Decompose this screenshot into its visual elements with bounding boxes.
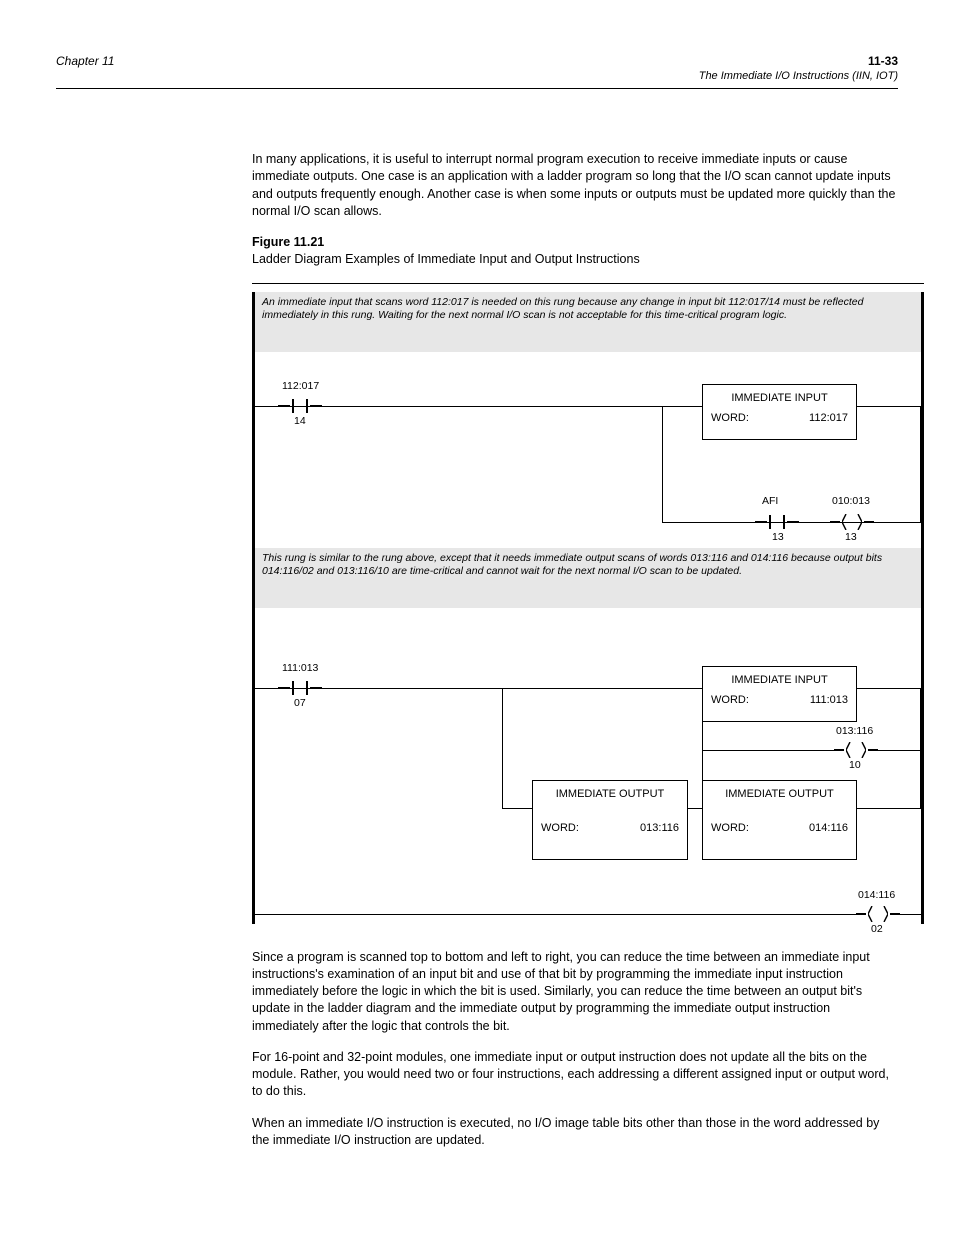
rung2-branch-left xyxy=(502,688,503,808)
rung3-wire xyxy=(255,914,857,915)
coil2-bit: 10 xyxy=(849,758,861,772)
contact2-icon xyxy=(278,679,322,697)
power-rail-left xyxy=(252,292,255,924)
iot2-word-val: 014:116 xyxy=(809,821,848,836)
rung2-iot-connector xyxy=(688,808,702,809)
rung1-wire-right xyxy=(857,406,921,407)
coil3-icon xyxy=(856,906,900,922)
header-rule xyxy=(56,88,898,89)
figure-caption-label: Figure 11.21 xyxy=(252,235,324,249)
figure-caption-text: Ladder Diagram Examples of Immediate Inp… xyxy=(252,252,640,266)
power-rail-right xyxy=(921,292,924,924)
iot1-label: IMMEDIATE OUTPUT xyxy=(533,787,687,802)
rung2-branch-into-iot1 xyxy=(502,808,532,809)
coil1-addr: 010:013 xyxy=(832,494,870,508)
coil2-branch-left xyxy=(702,722,703,780)
iot1-word-lbl: WORD: xyxy=(541,821,579,836)
iot1-word-val: 013:116 xyxy=(640,821,679,836)
rung1-wire xyxy=(255,406,702,407)
ladder-diagram: An immediate input that scans word 112:0… xyxy=(252,283,924,927)
contact2-addr: 111:013 xyxy=(282,661,318,675)
trailer-p2: For 16-point and 32-point modules, one i… xyxy=(252,1049,900,1101)
trailer-p1: Since a program is scanned top to bottom… xyxy=(252,949,900,1035)
coil1-icon xyxy=(830,514,874,530)
iin2-word-val: 111:013 xyxy=(810,693,848,708)
afi1-label: AFI xyxy=(762,494,778,508)
iin2-word-lbl: WORD: xyxy=(711,693,749,708)
iot1-box: IMMEDIATE OUTPUT WORD: 013:116 xyxy=(532,780,688,860)
afi1-icon xyxy=(755,513,799,531)
rung1-branch-right-down xyxy=(920,406,921,522)
page-header: Chapter 11 11-33 The Immediate I/O Instr… xyxy=(56,54,898,89)
coil2-wire-left xyxy=(702,750,834,751)
coil2-addr: 013:116 xyxy=(836,724,873,738)
coil1-bit: 13 xyxy=(845,530,857,544)
header-subtitle: The Immediate I/O Instructions (IIN, IOT… xyxy=(56,70,898,82)
iot2-box: IMMEDIATE OUTPUT WORD: 014:116 xyxy=(702,780,857,860)
iot2-label: IMMEDIATE OUTPUT xyxy=(703,787,856,802)
page-number: 11-33 xyxy=(868,54,898,68)
figure-caption: Figure 11.21 Ladder Diagram Examples of … xyxy=(252,234,900,269)
contact2-bit: 07 xyxy=(294,696,306,710)
intro-paragraph: In many applications, it is useful to in… xyxy=(252,151,900,220)
contact1-icon xyxy=(278,397,322,415)
rung3-wire-right xyxy=(900,914,921,915)
trailer-p3: When an immediate I/O instruction is exe… xyxy=(252,1115,900,1150)
iot2-word-lbl: WORD: xyxy=(711,821,749,836)
iin1-box: IMMEDIATE INPUT WORD: 112:017 xyxy=(702,384,857,440)
contact1-bit: 14 xyxy=(294,414,306,428)
iin2-box: IMMEDIATE INPUT WORD: 111:013 xyxy=(702,666,857,722)
coil2-icon xyxy=(834,742,878,758)
rung1-branch-down xyxy=(662,406,663,522)
rung2-comment: This rung is similar to the rung above, … xyxy=(262,552,912,578)
rung2-wire xyxy=(255,688,702,689)
contact1-addr: 112:017 xyxy=(282,379,319,393)
chapter-label: Chapter 11 xyxy=(56,54,114,68)
iin2-label: IMMEDIATE INPUT xyxy=(703,673,856,688)
iin1-word-lbl: WORD: xyxy=(711,411,749,426)
coil3-addr: 014:116 xyxy=(858,888,895,902)
coil3-bit: 02 xyxy=(871,922,883,936)
rung2-iot2-wire-right xyxy=(857,808,921,809)
rung2-wire-right xyxy=(857,688,921,689)
iin1-label: IMMEDIATE INPUT xyxy=(703,391,856,406)
rung1-comment: An immediate input that scans word 112:0… xyxy=(262,296,912,322)
iin1-word-val: 112:017 xyxy=(809,411,848,426)
afi1-bit: 13 xyxy=(772,530,784,544)
coil2-wire-right xyxy=(878,750,921,751)
